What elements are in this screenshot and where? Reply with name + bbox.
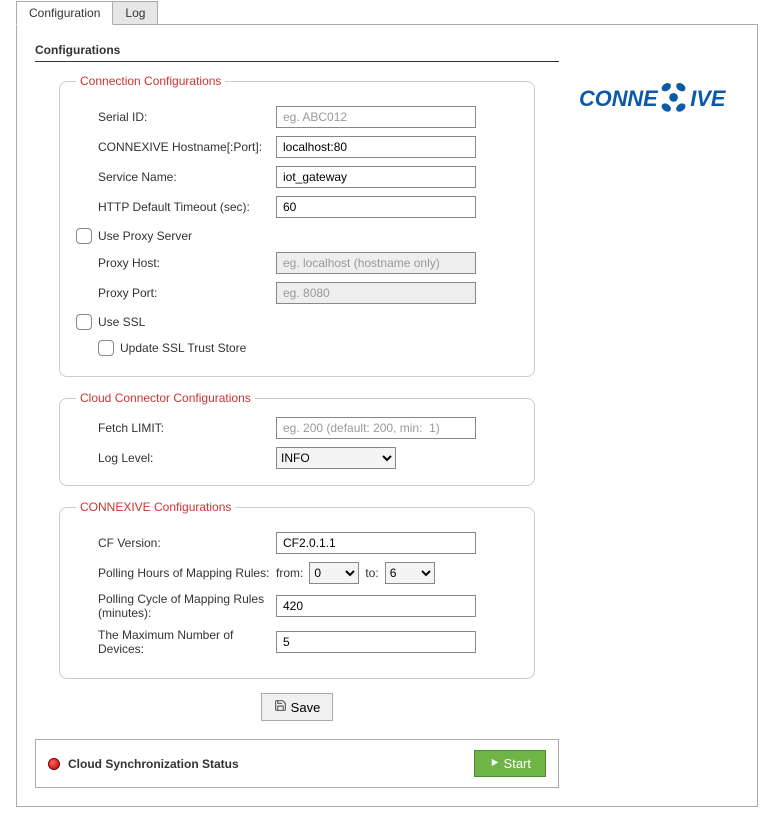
polling-to-select[interactable]: 6: [385, 562, 435, 584]
connexive-legend: CONNEXIVE Configurations: [76, 500, 235, 514]
proxy-port-label: Proxy Port:: [76, 286, 276, 300]
cloud-connector-group: Cloud Connector Configurations Fetch LIM…: [59, 391, 535, 486]
svg-text:IVE: IVE: [690, 86, 727, 111]
service-name-input[interactable]: [276, 166, 476, 188]
cf-version-input[interactable]: [276, 532, 476, 554]
start-button-label: Start: [504, 756, 531, 771]
tab-log[interactable]: Log: [113, 1, 158, 25]
log-level-label: Log Level:: [76, 451, 276, 465]
use-proxy-checkbox[interactable]: [76, 228, 92, 244]
service-name-label: Service Name:: [76, 170, 276, 184]
polling-hours-label: Polling Hours of Mapping Rules:: [76, 566, 276, 580]
update-trust-store-checkbox[interactable]: [98, 340, 114, 356]
svg-text:CONNE: CONNE: [579, 86, 659, 111]
main-panel: Configurations Connection Configurations…: [16, 24, 758, 807]
timeout-input[interactable]: [276, 196, 476, 218]
cf-version-label: CF Version:: [76, 536, 276, 550]
save-icon: [274, 699, 287, 715]
serial-id-input[interactable]: [276, 106, 476, 128]
save-button[interactable]: Save: [261, 693, 334, 721]
sync-status-box: Cloud Synchronization Status Start: [35, 739, 559, 788]
fetch-limit-input[interactable]: [276, 417, 476, 439]
timeout-label: HTTP Default Timeout (sec):: [76, 200, 276, 214]
connection-configurations-group: Connection Configurations Serial ID: CON…: [59, 74, 535, 377]
polling-cycle-input[interactable]: [276, 595, 476, 617]
tab-configuration[interactable]: Configuration: [16, 1, 113, 25]
status-indicator-icon: [48, 758, 60, 770]
use-proxy-label: Use Proxy Server: [98, 229, 192, 243]
tab-configuration-label: Configuration: [29, 6, 100, 20]
play-icon: [489, 756, 500, 771]
fetch-limit-label: Fetch LIMIT:: [76, 421, 276, 435]
max-devices-label: The Maximum Number of Devices:: [76, 628, 276, 656]
cloud-connector-legend: Cloud Connector Configurations: [76, 391, 255, 405]
connexive-logo: CONNE IVE: [579, 71, 739, 788]
serial-id-label: Serial ID:: [76, 110, 276, 124]
start-button[interactable]: Start: [474, 750, 546, 777]
polling-from-select[interactable]: 0: [309, 562, 359, 584]
panel-title: Configurations: [35, 43, 559, 62]
proxy-host-label: Proxy Host:: [76, 256, 276, 270]
hostname-label: CONNEXIVE Hostname[:Port]:: [76, 140, 276, 154]
use-ssl-checkbox[interactable]: [76, 314, 92, 330]
log-level-select[interactable]: INFO: [276, 447, 396, 469]
proxy-host-input: [276, 252, 476, 274]
proxy-port-input: [276, 282, 476, 304]
tab-log-label: Log: [125, 6, 145, 20]
connexive-group: CONNEXIVE Configurations CF Version: Pol…: [59, 500, 535, 679]
polling-cycle-label: Polling Cycle of Mapping Rules (minutes)…: [76, 592, 276, 620]
max-devices-input[interactable]: [276, 631, 476, 653]
sync-status-label: Cloud Synchronization Status: [68, 757, 239, 771]
connection-legend: Connection Configurations: [76, 74, 225, 88]
update-trust-store-label: Update SSL Trust Store: [120, 341, 246, 355]
hostname-input[interactable]: [276, 136, 476, 158]
save-button-label: Save: [291, 700, 321, 715]
polling-from-label: from:: [276, 566, 303, 580]
use-ssl-label: Use SSL: [98, 315, 145, 329]
polling-to-label: to:: [365, 566, 378, 580]
